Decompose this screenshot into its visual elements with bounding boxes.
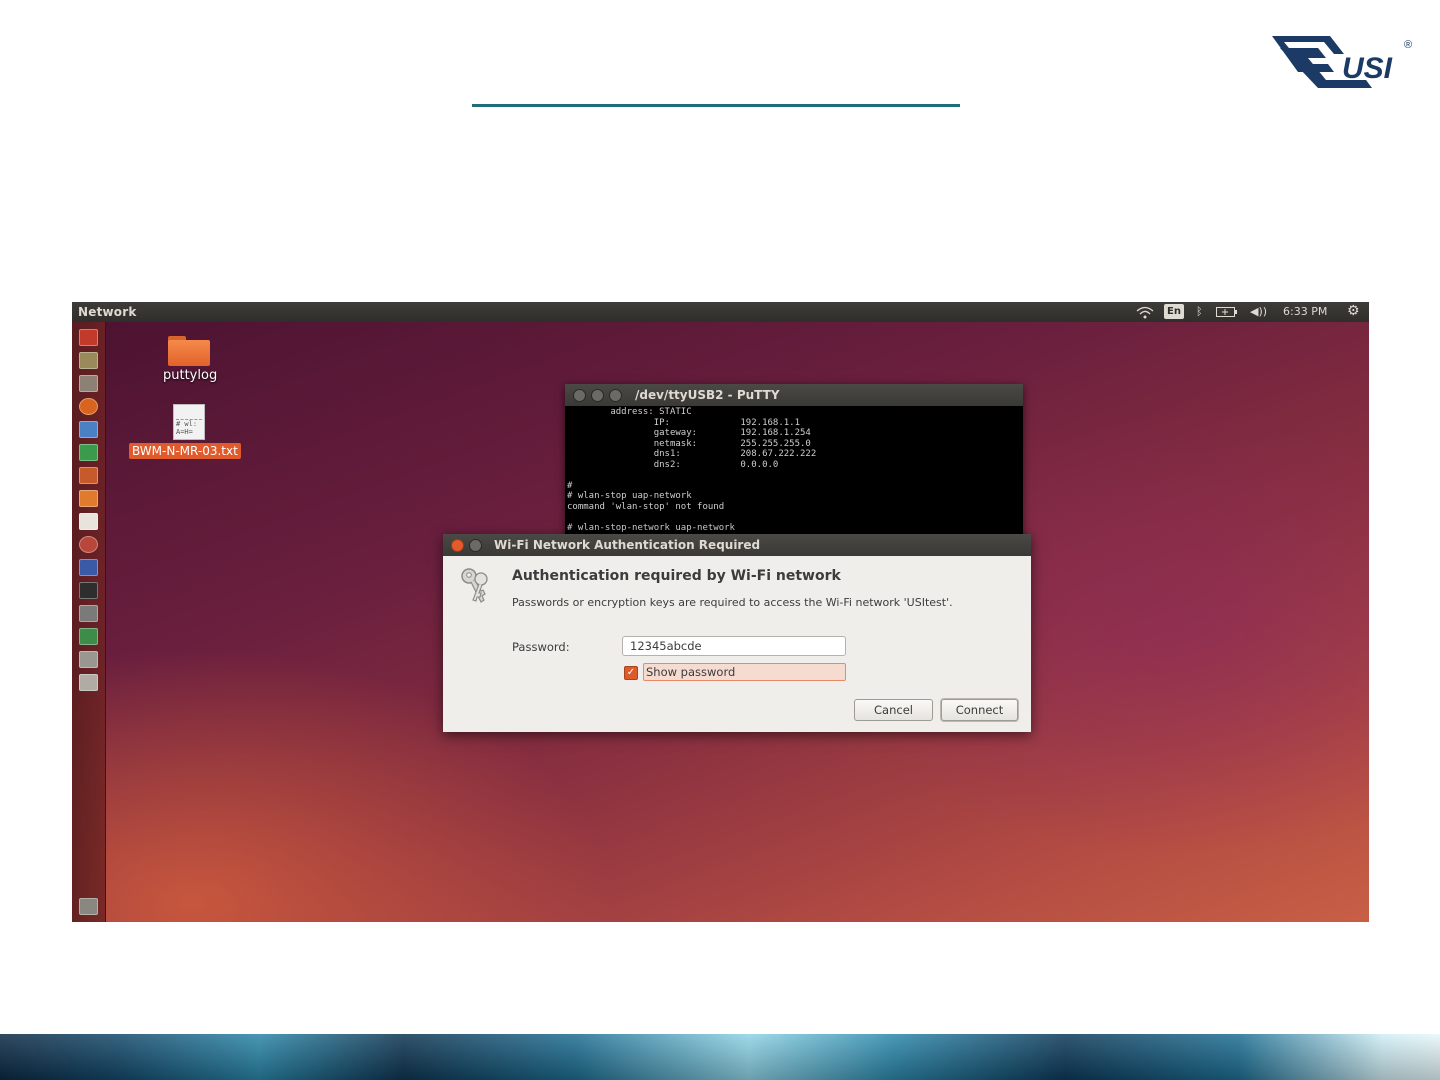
wifi-auth-dialog[interactable]: Wi-Fi Network Authentication Required Au…: [443, 534, 1031, 732]
password-label: Password:: [512, 640, 570, 654]
terminal-icon[interactable]: [79, 582, 98, 599]
close-icon[interactable]: [573, 389, 586, 402]
file-label[interactable]: BWM-N-MR-03.txt: [129, 443, 241, 459]
wifi-app-icon[interactable]: [79, 651, 98, 668]
putty-window[interactable]: /dev/ttyUSB2 - PuTTY address: STATIC IP:…: [565, 384, 1023, 544]
keyboard-layout-indicator[interactable]: En: [1164, 304, 1184, 319]
minimize-icon[interactable]: [591, 389, 604, 402]
terminal-line: IP: 192.168.1.1: [567, 417, 800, 428]
active-app-title: Network: [78, 305, 137, 319]
terminal-line: gateway: 192.168.1.254: [567, 428, 811, 438]
terminal-line: # wlan-stop-network uap-network: [567, 522, 735, 533]
firefox-icon[interactable]: [79, 398, 98, 415]
dialog-message: Passwords or encryption keys are require…: [512, 596, 953, 609]
connect-button[interactable]: Connect: [941, 699, 1018, 721]
folder-label[interactable]: puttylog: [163, 368, 217, 383]
dialog-titlebar[interactable]: Wi-Fi Network Authentication Required: [443, 534, 1031, 556]
dialog-heading: Authentication required by Wi-Fi network: [512, 568, 841, 584]
show-password-label[interactable]: Show password: [643, 663, 846, 681]
svg-text:USI: USI: [1342, 52, 1393, 85]
bluetooth-icon[interactable]: ᛒ: [1196, 305, 1203, 318]
cancel-button[interactable]: Cancel: [854, 699, 933, 721]
network-tool-icon[interactable]: [79, 559, 98, 576]
footer-banner: [0, 1034, 1440, 1080]
terminal-line: #: [567, 480, 573, 491]
close-icon[interactable]: [451, 539, 464, 552]
system-settings-icon[interactable]: [79, 536, 98, 553]
terminal-line: dns1: 208.67.222.222: [567, 449, 817, 459]
terminal-line: address: STATIC: [567, 407, 692, 417]
title-underline: [472, 104, 960, 107]
terminal-output[interactable]: address: STATIC IP: 192.168.1.1 gateway:…: [567, 407, 1021, 544]
svg-text:®: ®: [1404, 39, 1412, 51]
battery-icon[interactable]: [1216, 307, 1238, 317]
text-file-icon[interactable]: # wl: A=H=: [173, 404, 205, 440]
image-viewer-icon[interactable]: [79, 352, 98, 369]
trash-icon[interactable]: [79, 898, 98, 915]
clock[interactable]: 6:33 PM: [1283, 305, 1327, 318]
dialog-title: Wi-Fi Network Authentication Required: [494, 538, 761, 552]
usi-logo: USI ®: [1272, 36, 1412, 88]
settings-gear-icon[interactable]: ⚙: [1347, 303, 1360, 319]
update-manager-icon[interactable]: [79, 628, 98, 645]
maximize-icon[interactable]: [609, 389, 622, 402]
minimize-icon[interactable]: [469, 539, 482, 552]
volume-icon[interactable]: ◀)): [1250, 305, 1267, 318]
terminal-line: dns2: 0.0.0.0: [567, 459, 779, 470]
amazon-icon[interactable]: [79, 513, 98, 530]
writer-icon[interactable]: [79, 421, 98, 438]
screenshot-icon[interactable]: [79, 605, 98, 622]
software-center-icon[interactable]: [79, 490, 98, 507]
folder-icon[interactable]: [168, 336, 210, 366]
file-preview: # wl: A=H=: [176, 420, 198, 436]
password-field[interactable]: [622, 636, 846, 656]
disk-icon[interactable]: [79, 674, 98, 691]
terminal-line: command 'wlan-stop' not found: [567, 501, 725, 512]
desktop-screenshot: Network En ᛒ ◀)) 6:33 PM ⚙ puttylog # wl…: [72, 302, 1369, 922]
top-panel: Network En ᛒ ◀)) 6:33 PM ⚙: [72, 302, 1369, 322]
wifi-icon[interactable]: [1136, 306, 1154, 319]
putty-title: /dev/ttyUSB2 - PuTTY: [635, 388, 780, 402]
impress-icon[interactable]: [79, 467, 98, 484]
terminal-line: netmask: 255.255.255.0: [567, 438, 811, 449]
show-password-checkbox[interactable]: ✓: [624, 666, 638, 680]
calc-icon[interactable]: [79, 444, 98, 461]
putty-titlebar[interactable]: /dev/ttyUSB2 - PuTTY: [565, 384, 1023, 406]
launcher: [72, 322, 106, 922]
files-icon[interactable]: [79, 375, 98, 392]
keys-icon: [461, 568, 488, 603]
dash-home-icon[interactable]: [79, 329, 98, 346]
terminal-line: # wlan-stop uap-network: [567, 491, 692, 501]
